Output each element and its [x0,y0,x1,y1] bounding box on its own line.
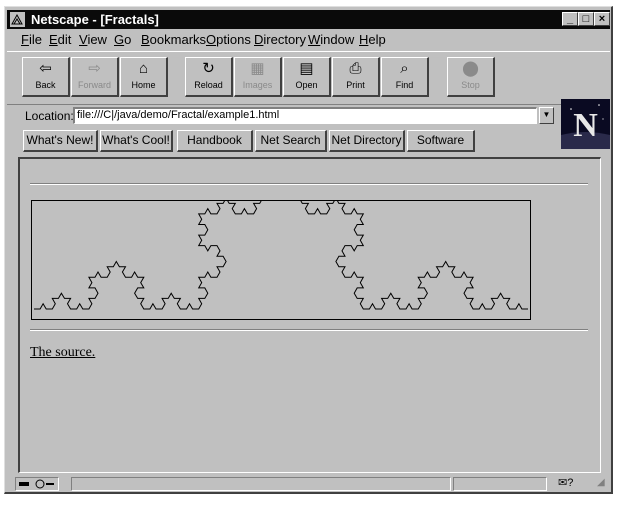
stop-icon: ⬤ [462,60,479,77]
images-button[interactable]: ▦ Images [234,57,282,97]
window-title: Netscape - [Fractals] [31,12,159,27]
binoculars-icon: ⌕ [400,60,409,77]
reload-button[interactable]: ↻ Reload [185,57,233,97]
source-link[interactable]: The source. [30,345,95,361]
handbook-button[interactable]: Handbook [177,130,253,152]
menu-directory[interactable]: Directory [254,32,306,47]
right-arrow-icon: ⇨ [88,60,101,77]
netscape-app-icon[interactable] [10,12,25,27]
stop-button[interactable]: ⬤ Stop [447,57,495,97]
house-icon: ⌂ [138,60,149,77]
left-arrow-icon: ⇦ [39,60,52,77]
menu-bar: File Edit View Go Bookmarks Options Dire… [7,31,610,49]
browser-window: Netscape - [Fractals] _ □ × File Edit Vi… [4,6,613,494]
netscape-logo[interactable]: N [561,99,610,149]
title-bar[interactable]: Netscape - [Fractals] _ □ × [7,10,610,29]
maximize-button[interactable]: □ [578,12,594,26]
menu-go[interactable]: Go [114,32,131,47]
software-button[interactable]: Software [407,130,475,152]
status-bar: ✉? ◢ [7,475,610,493]
menu-bookmarks[interactable]: Bookmarks [141,32,206,47]
print-button[interactable]: ⎙ Print [332,57,380,97]
forward-button[interactable]: ⇨ Forward [71,57,119,97]
location-dropdown-button[interactable]: ▼ [539,107,554,124]
menu-view[interactable]: View [79,32,107,47]
location-label: Location: [25,109,74,123]
find-button[interactable]: ⌕ Find [381,57,429,97]
koch-fractal-curve [34,165,528,310]
home-button[interactable]: ⌂ Home [120,57,168,97]
whats-new-button[interactable]: What's New! [23,130,98,152]
location-input[interactable]: file:///C|/java/demo/Fractal/example1.ht… [73,107,537,124]
net-search-button[interactable]: Net Search [255,130,327,152]
fractal-applet[interactable] [31,165,531,320]
menu-help[interactable]: Help [359,32,386,47]
broken-key-icon [19,479,54,489]
resize-grip-icon[interactable]: ◢ [597,477,605,488]
close-button[interactable]: × [594,12,610,26]
page-content[interactable]: The source. [18,157,601,473]
images-icon: ▦ [250,60,265,77]
printer-icon: ⎙ [349,60,362,77]
back-button[interactable]: ⇦ Back [22,57,70,97]
menu-window[interactable]: Window [308,32,354,47]
reload-icon: ↻ [202,60,215,77]
menu-edit[interactable]: Edit [49,32,71,47]
status-message [71,477,451,491]
horizontal-rule-2 [30,329,588,331]
progress-bar [453,477,547,491]
open-icon: ▤ [299,60,314,77]
location-bar: Location: file:///C|/java/demo/Fractal/e… [7,105,567,127]
menu-options[interactable]: Options [206,32,251,47]
mail-icon[interactable]: ✉? [558,476,573,489]
logo-letter: N [573,107,598,144]
security-indicator[interactable] [15,477,59,491]
net-directory-button[interactable]: Net Directory [329,130,405,152]
navigation-toolbar: ⇦ Back ⇨ Forward ⌂ Home ↻ Reload ▦ Image… [7,51,610,105]
horizontal-rule [30,183,588,185]
menu-file[interactable]: File [21,32,42,47]
minimize-button[interactable]: _ [562,12,578,26]
chevron-down-icon: ▼ [542,110,551,119]
whats-cool-button[interactable]: What's Cool! [100,130,173,152]
open-button[interactable]: ▤ Open [283,57,331,97]
